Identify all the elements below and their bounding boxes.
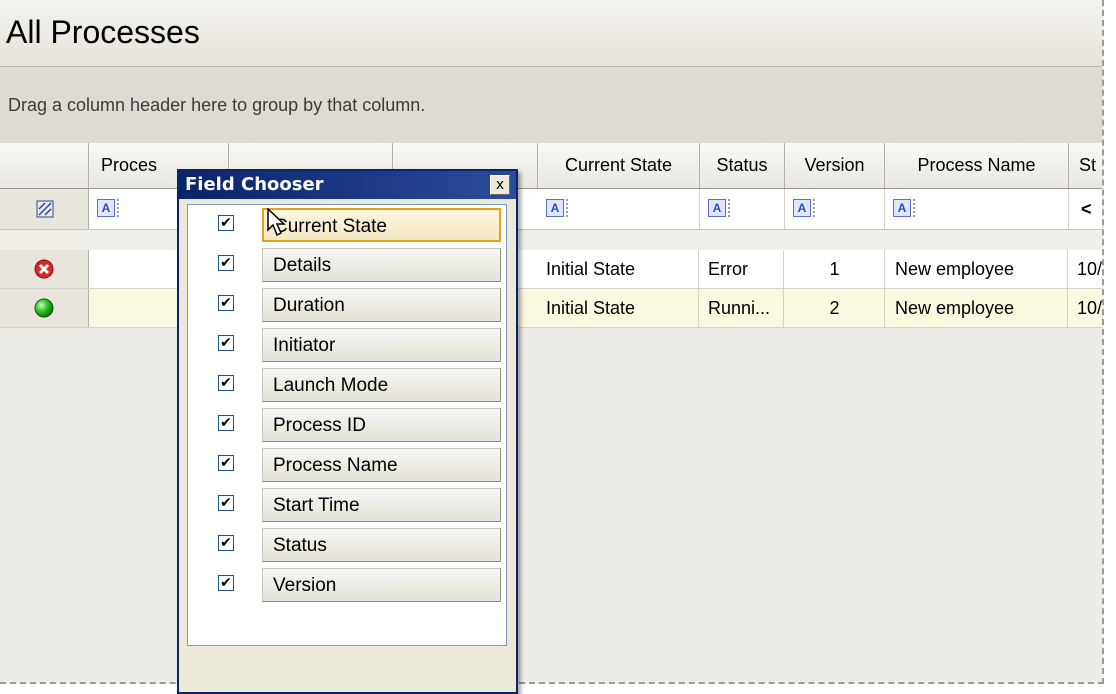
field-checkbox[interactable]: ✔ xyxy=(218,535,234,551)
col-version-header[interactable]: Version xyxy=(785,143,885,188)
field-checkbox[interactable]: ✔ xyxy=(218,295,234,311)
column-header-row: Proces Current State Status Version Proc… xyxy=(0,143,1102,189)
filter-operator-icon[interactable]: A xyxy=(793,199,811,217)
row-selector[interactable] xyxy=(0,250,89,288)
field-label-button[interactable]: Status xyxy=(262,528,501,562)
cell-version: 2 xyxy=(785,289,885,327)
field-item-process-name: ✔ Process Name xyxy=(188,445,506,485)
filter-row: A A A A A < xyxy=(0,189,1102,230)
filter-separator xyxy=(117,199,121,217)
clear-filter-icon[interactable] xyxy=(36,200,54,218)
field-checkbox[interactable]: ✔ xyxy=(218,415,234,431)
field-checkbox[interactable]: ✔ xyxy=(218,335,234,351)
filter-operator-icon[interactable]: A xyxy=(97,199,115,217)
table-row[interactable]: 1020 Initial State Runni... 2 New employ… xyxy=(0,289,1102,328)
cell-current-state: Initial State xyxy=(538,289,699,327)
cell-start-time: 10/ xyxy=(1069,250,1102,288)
filter-status[interactable]: A xyxy=(700,189,785,229)
window: All Processes Drag a column header here … xyxy=(0,0,1104,684)
filter-row-selector[interactable] xyxy=(0,189,89,229)
close-button[interactable]: x xyxy=(490,175,510,195)
filter-version[interactable]: A xyxy=(785,189,885,229)
filter-start-time[interactable]: < xyxy=(1069,189,1102,229)
filter-separator xyxy=(813,199,817,217)
field-list: ✔ Current State ✔ Details ✔ Duration ✔ Initi… xyxy=(187,204,507,646)
grid-empty-area xyxy=(0,328,1102,682)
filter-operator-icon[interactable]: A xyxy=(893,199,911,217)
field-chooser-title-bar[interactable]: Field Chooser x xyxy=(179,171,516,199)
field-checkbox[interactable]: ✔ xyxy=(218,375,234,391)
field-checkbox[interactable]: ✔ xyxy=(218,575,234,591)
field-label-button[interactable]: Process ID xyxy=(262,408,501,442)
col-process-name-header[interactable]: Process Name xyxy=(885,143,1069,188)
cell-version: 1 xyxy=(785,250,885,288)
field-label-button[interactable]: Process Name xyxy=(262,448,501,482)
cell-start-time: 10/ xyxy=(1069,289,1102,327)
field-label-button[interactable]: Duration xyxy=(262,288,501,322)
error-icon xyxy=(34,259,54,279)
filter-separator xyxy=(566,199,570,217)
col-status-header[interactable]: Status xyxy=(700,143,785,188)
group-by-area[interactable]: Drag a column header here to group by th… xyxy=(0,67,1102,144)
row-selector-header xyxy=(0,143,89,188)
field-label-button[interactable]: Start Time xyxy=(262,488,501,522)
field-item-start-time: ✔ Start Time xyxy=(188,485,506,525)
filter-current-state[interactable]: A xyxy=(538,189,700,229)
col-start-time-header[interactable]: St xyxy=(1069,143,1102,188)
field-item-initiator: ✔ Initiator xyxy=(188,325,506,365)
field-item-launch-mode: ✔ Launch Mode xyxy=(188,365,506,405)
field-item-version: ✔ Version xyxy=(188,565,506,605)
table-row[interactable]: 1020 Initial State Error 1 New employee … xyxy=(0,250,1102,289)
cell-status: Error xyxy=(700,250,784,288)
cell-status: Runni... xyxy=(700,289,784,327)
mouse-cursor-icon xyxy=(267,208,286,237)
page-title: All Processes xyxy=(6,14,200,50)
field-item-current-state: ✔ Current State xyxy=(188,205,506,245)
running-icon xyxy=(34,298,54,318)
field-checkbox[interactable]: ✔ xyxy=(218,215,234,231)
row-selector[interactable] xyxy=(0,289,89,327)
col-current-state-header[interactable]: Current State xyxy=(538,143,700,188)
cell-current-state: Initial State xyxy=(538,250,699,288)
field-checkbox[interactable]: ✔ xyxy=(218,255,234,271)
field-label-button[interactable]: Version xyxy=(262,568,501,602)
field-label-button[interactable]: Details xyxy=(262,248,501,282)
field-label-button[interactable]: Current State xyxy=(262,208,501,242)
group-by-hint: Drag a column header here to group by th… xyxy=(8,95,426,115)
field-label-button[interactable]: Launch Mode xyxy=(262,368,501,402)
field-chooser-title: Field Chooser xyxy=(185,174,324,195)
field-label-button[interactable]: Initiator xyxy=(262,328,501,362)
cell-process-name: New employee xyxy=(885,289,1068,327)
filter-operator-icon[interactable]: A xyxy=(708,199,726,217)
title-bar: All Processes xyxy=(0,0,1102,67)
filter-operator-icon[interactable]: A xyxy=(546,199,564,217)
field-checkbox[interactable]: ✔ xyxy=(218,495,234,511)
field-item-duration: ✔ Duration xyxy=(188,285,506,325)
cell-process-name: New employee xyxy=(885,250,1068,288)
field-item-process-id: ✔ Process ID xyxy=(188,405,506,445)
field-chooser-dialog: Field Chooser x ✔ Current State ✔ Details … xyxy=(177,169,518,694)
filter-process-name[interactable]: A xyxy=(885,189,1069,229)
field-item-status: ✔ Status xyxy=(188,525,506,565)
filter-separator xyxy=(913,199,917,217)
filter-separator xyxy=(728,199,732,217)
field-checkbox[interactable]: ✔ xyxy=(218,455,234,471)
field-item-details: ✔ Details xyxy=(188,245,506,285)
